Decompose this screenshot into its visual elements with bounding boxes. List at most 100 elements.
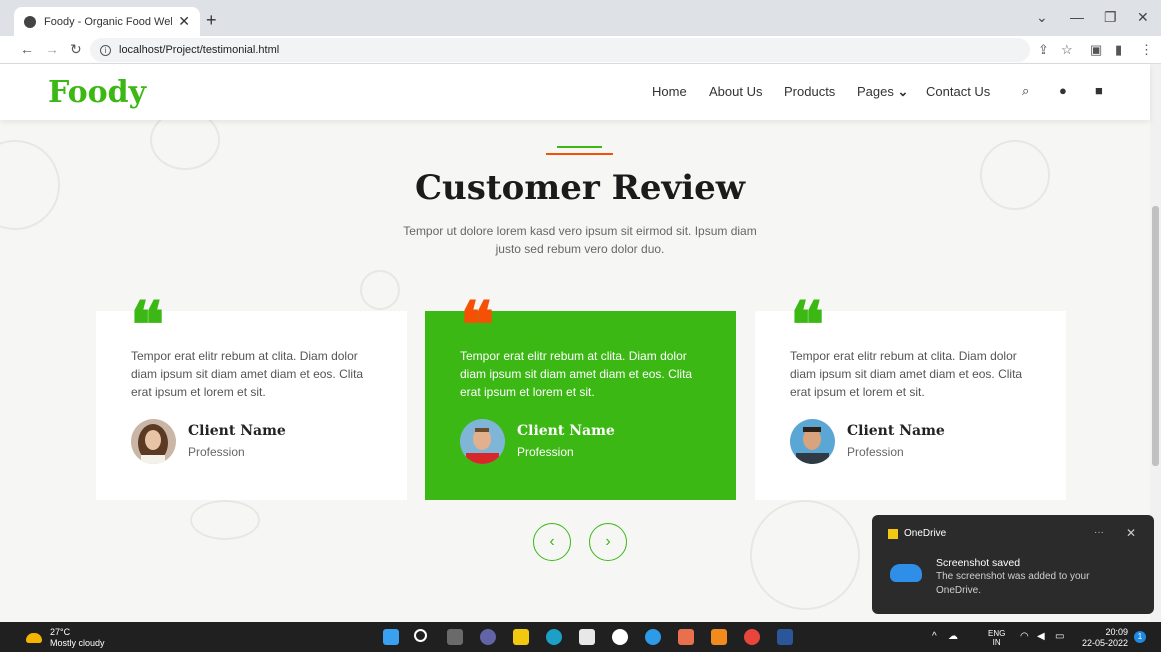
edge-browser-icon[interactable] (546, 629, 562, 645)
minimize-button[interactable]: — (1070, 9, 1084, 25)
client-profession: Profession (847, 445, 904, 459)
reload-icon[interactable]: ↻ (70, 41, 82, 58)
background-fruit-decoration (190, 500, 260, 540)
language-indicator[interactable]: ENG IN (988, 629, 1005, 647)
client-avatar (460, 419, 505, 464)
more-options-icon[interactable]: ··· (1094, 527, 1104, 538)
file-explorer-icon[interactable] (513, 629, 529, 645)
url-text: localhost/Project/testimonial.html (119, 44, 280, 56)
tab-search-icon[interactable]: ⌄ (1036, 9, 1048, 26)
weather-temp: 27°C (50, 627, 71, 637)
cloudy-weather-icon (26, 633, 42, 643)
forward-icon[interactable]: → (45, 41, 59, 57)
user-icon[interactable]: ● (1059, 83, 1067, 98)
client-avatar (131, 419, 176, 464)
onedrive-logo-icon (888, 528, 898, 539)
browser-menu-icon[interactable]: ⋮ (1140, 42, 1153, 58)
section-subtitle: Tempor ut dolore lorem kasd vero ipsum s… (403, 224, 757, 256)
close-notification-icon[interactable]: ✕ (1126, 526, 1136, 540)
quote-icon: ❝ (460, 288, 495, 363)
background-fruit-decoration (750, 500, 860, 610)
notification-title: Screenshot saved (936, 557, 1021, 569)
browser-tab-bar: Foody - Organic Food Website T ✕ + ⌄ — ❐… (0, 0, 1161, 36)
site-header: Foody Home About Us Products Pages ⌄ Con… (0, 64, 1150, 120)
chevron-down-icon: ⌄ (897, 84, 909, 99)
site-info-icon[interactable]: i (100, 44, 111, 56)
windows-taskbar: 27°C Mostly cloudy ^ ☁ ENG IN ◠ ◀ ▭ 20:0… (0, 622, 1161, 652)
shopping-bag-icon[interactable]: ■ (1095, 83, 1103, 98)
clock-time: 20:09 (1105, 627, 1128, 637)
task-view-icon[interactable] (447, 629, 463, 645)
nav-contact-us[interactable]: Contact Us (926, 84, 990, 99)
sublime-text-icon[interactable] (711, 629, 727, 645)
volume-icon[interactable]: ◀ (1037, 631, 1045, 642)
weather-widget[interactable]: 27°C Mostly cloudy (26, 627, 105, 649)
chevron-right-icon: › (605, 533, 611, 550)
browser-toolbar: ← → ↻ i localhost/Project/testimonial.ht… (0, 36, 1161, 64)
carousel-next-button[interactable]: › (589, 523, 627, 561)
search-icon[interactable]: ⌕ (1022, 83, 1029, 99)
title-divider-orange (546, 153, 613, 155)
nav-pages-label: Pages (857, 84, 894, 99)
onedrive-tray-icon[interactable]: ☁ (948, 631, 958, 642)
section-title: Customer Review (414, 168, 746, 208)
client-profession: Profession (517, 445, 574, 459)
carousel-prev-button[interactable]: ‹ (533, 523, 571, 561)
cloud-icon (890, 564, 922, 582)
address-bar[interactable]: i localhost/Project/testimonial.html (90, 38, 1030, 62)
wifi-icon[interactable]: ◠ (1020, 631, 1029, 642)
notification-badge[interactable]: 1 (1134, 631, 1146, 643)
site-logo[interactable]: Foody (48, 75, 146, 110)
testimonial-text: Tempor erat elitr rebum at clita. Diam d… (131, 349, 364, 399)
clock-date: 22-05-2022 (1081, 638, 1128, 648)
chrome-icon[interactable] (744, 629, 760, 645)
back-icon[interactable]: ← (20, 41, 34, 57)
nav-about-us[interactable]: About Us (709, 84, 762, 99)
bookmark-star-icon[interactable]: ☆ (1061, 42, 1073, 58)
testimonial-text: Tempor erat elitr rebum at clita. Diam d… (460, 349, 693, 399)
client-avatar (790, 419, 835, 464)
notification-body: The screenshot was added to your OneDriv… (936, 571, 1090, 596)
side-panel-icon[interactable]: ▣ (1090, 42, 1102, 58)
client-name: Client Name (517, 423, 615, 439)
maximize-button[interactable]: ❐ (1104, 9, 1117, 26)
profile-icon[interactable]: ▮ (1115, 42, 1122, 58)
weather-condition: Mostly cloudy (50, 638, 105, 648)
system-clock[interactable]: 20:09 22-05-2022 (1078, 627, 1128, 649)
notification-app: OneDrive (888, 528, 946, 539)
client-profession: Profession (188, 445, 245, 459)
teams-chat-icon[interactable] (480, 629, 496, 645)
app-icon[interactable] (645, 629, 661, 645)
client-name: Client Name (188, 423, 286, 439)
tab-title: Foody - Organic Food Website T (44, 15, 172, 28)
language-code: ENG (988, 629, 1006, 638)
region-code: IN (992, 638, 1001, 647)
scrollbar-thumb[interactable] (1152, 206, 1159, 466)
browser-tab[interactable]: Foody - Organic Food Website T ✕ (14, 7, 200, 36)
nav-pages[interactable]: Pages ⌄ (857, 84, 908, 100)
title-divider-green (557, 146, 602, 148)
start-menu-icon[interactable] (383, 629, 399, 645)
nav-home[interactable]: Home (652, 84, 687, 99)
battery-icon[interactable]: ▭ (1055, 631, 1064, 642)
tab-close-icon[interactable]: ✕ (178, 13, 190, 30)
store-icon[interactable] (579, 629, 595, 645)
share-icon[interactable]: ⇪ (1038, 42, 1049, 58)
onedrive-notification[interactable]: OneDrive ··· ✕ Screenshot saved The scre… (872, 515, 1154, 614)
new-tab-button[interactable]: + (206, 10, 217, 31)
app-icon[interactable] (612, 629, 628, 645)
testimonial-text: Tempor erat elitr rebum at clita. Diam d… (790, 349, 1023, 399)
site-favicon-icon (24, 15, 36, 28)
xampp-icon[interactable] (678, 629, 694, 645)
chevron-left-icon: ‹ (549, 533, 555, 550)
quote-icon: ❝ (790, 288, 825, 363)
tray-overflow-icon[interactable]: ^ (932, 631, 937, 642)
background-fruit-decoration (150, 120, 220, 170)
close-window-button[interactable]: ✕ (1137, 9, 1149, 26)
quote-icon: ❝ (130, 288, 165, 363)
word-icon[interactable] (777, 629, 793, 645)
nav-products[interactable]: Products (784, 84, 835, 99)
notification-app-name: OneDrive (904, 528, 947, 539)
search-icon[interactable] (414, 629, 427, 642)
background-fruit-decoration (360, 270, 400, 310)
